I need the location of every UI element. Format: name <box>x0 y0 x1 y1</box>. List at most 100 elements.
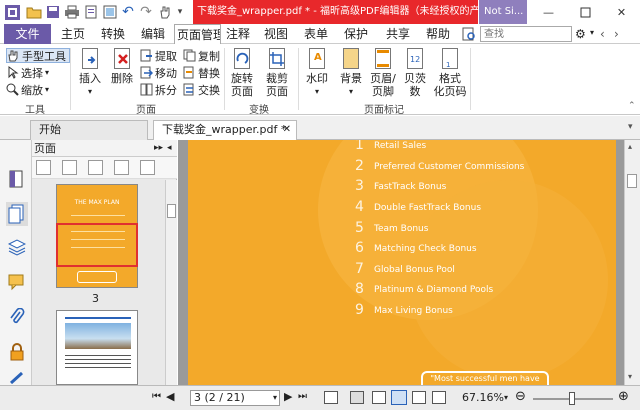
format-page-number-button[interactable]: 1 格式 化页码 <box>433 48 467 98</box>
facing-view-icon[interactable] <box>391 390 407 405</box>
panel-collapse-icon[interactable]: ◂ <box>167 140 172 157</box>
split-icon <box>140 83 153 96</box>
tab-help[interactable]: 帮助 <box>422 24 454 44</box>
pen-sign-icon[interactable] <box>8 371 26 385</box>
group-label-pages: 页面 <box>136 105 156 116</box>
tab-share[interactable]: 共享 <box>382 24 414 44</box>
pages-panel-icon[interactable] <box>6 202 28 226</box>
thumbnail-scroll-thumb[interactable] <box>167 204 176 218</box>
zoom-out-icon[interactable]: ⊖ <box>515 389 526 404</box>
zoom-dropdown-icon: ▾ <box>45 85 50 94</box>
tab-page-management[interactable]: 页面管理 <box>174 24 221 44</box>
hand-quick-icon[interactable] <box>157 4 173 20</box>
rotate-page-button[interactable]: 旋转 页面 <box>227 48 257 98</box>
last-page-icon[interactable]: ⏭ <box>298 391 307 402</box>
tab-form[interactable]: 表单 <box>300 24 332 44</box>
qa-dropdown-icon[interactable]: ▾ <box>172 4 188 20</box>
previous-page-icon[interactable]: ◀ <box>166 390 174 403</box>
tab-start[interactable]: 开始 <box>30 120 148 140</box>
select-button[interactable]: 选择 ▾ <box>6 65 49 80</box>
zoom-button[interactable]: 缩放 ▾ <box>6 82 49 97</box>
thumb-extract-icon[interactable] <box>88 160 103 175</box>
tab-close-icon[interactable]: ✕ <box>283 121 291 139</box>
open-folder-icon[interactable] <box>26 4 42 20</box>
tab-edit[interactable]: 编辑 <box>137 24 169 44</box>
split-view-icon[interactable] <box>432 391 446 404</box>
extract-button[interactable]: 提取 <box>140 48 177 63</box>
tab-home[interactable]: 主页 <box>57 24 89 44</box>
single-page-view-icon[interactable] <box>324 391 338 404</box>
tab-file[interactable]: 文件 <box>4 24 51 44</box>
undo-icon[interactable]: ↶ <box>120 4 136 20</box>
swap-button[interactable]: 交换 <box>183 82 220 97</box>
page-number-icon: 1 <box>439 48 461 70</box>
scroll-down-icon[interactable]: ▾ <box>628 372 632 381</box>
tab-comment[interactable]: 注释 <box>222 24 254 44</box>
page-thumbnail-3[interactable]: THE MAX PLAN <box>56 184 138 288</box>
move-button[interactable]: 移动 <box>140 65 177 80</box>
attachments-icon[interactable] <box>8 307 26 326</box>
list-number: 8 <box>355 281 364 297</box>
continuous-facing-icon[interactable] <box>412 391 426 404</box>
thumb-insert-icon[interactable] <box>62 160 77 175</box>
layers-icon[interactable] <box>7 238 27 256</box>
tab-current-document[interactable]: 下载奖金_wrapper.pdf * ✕ <box>153 120 297 140</box>
watermark-button[interactable]: A 水印 ▾ <box>302 48 332 98</box>
continuous-view-icon[interactable] <box>372 391 386 404</box>
zoom-in-icon[interactable]: ⊕ <box>618 389 629 404</box>
delete-button[interactable]: 删除 <box>108 48 136 85</box>
background-button[interactable]: 背景 ▾ <box>336 48 366 98</box>
split-label: 拆分 <box>155 83 177 97</box>
security-lock-icon[interactable] <box>8 343 26 361</box>
navigate-forward-icon[interactable]: › <box>614 27 619 41</box>
tell-me-icon[interactable] <box>462 27 476 41</box>
crop-page-button[interactable]: 裁剪 页面 <box>262 48 292 98</box>
quote-box: "Most successful men have <box>421 371 549 385</box>
settings-gear-icon[interactable]: ⚙ <box>575 27 589 41</box>
tab-convert[interactable]: 转换 <box>97 24 129 44</box>
redo-icon[interactable]: ↷ <box>138 4 154 20</box>
thumbnail-scrollbar[interactable] <box>165 180 177 385</box>
scroll-thumb[interactable] <box>627 174 637 188</box>
bates-button[interactable]: 12 贝茨 数 <box>401 48 429 98</box>
insert-button[interactable]: 插入 ▾ <box>76 48 104 98</box>
scroll-up-icon[interactable]: ▴ <box>628 142 632 151</box>
zoom-dropdown-icon[interactable]: ▾ <box>504 393 508 402</box>
tab-protect[interactable]: 保护 <box>340 24 372 44</box>
page-thumbnail-4[interactable] <box>56 310 138 385</box>
close-button[interactable]: ✕ <box>603 0 640 24</box>
hand-tool-button[interactable]: 手型工具 <box>6 48 70 63</box>
save-icon[interactable] <box>45 4 61 20</box>
page-setup-icon[interactable] <box>102 4 118 20</box>
zoom-slider-handle[interactable] <box>569 392 575 405</box>
maximize-button[interactable] <box>567 0 604 24</box>
pdf-page[interactable]: 1 Retail Sales 2 Preferred Customer Comm… <box>188 140 616 385</box>
settings-dropdown-icon[interactable]: ▾ <box>590 28 594 37</box>
replace-button[interactable]: 替换 <box>183 65 220 80</box>
print-icon[interactable] <box>64 4 80 20</box>
page-number-field[interactable]: 3 (2 / 21) ▾ <box>190 390 280 406</box>
comments-icon[interactable] <box>8 273 26 291</box>
thumbnail-pages-icon[interactable] <box>8 170 26 188</box>
collapse-ribbon-icon[interactable]: ⌃ <box>628 101 636 111</box>
fit-page-icon[interactable] <box>350 391 364 404</box>
copy-button[interactable]: 复制 <box>183 48 220 63</box>
minimize-button[interactable]: — <box>530 0 567 24</box>
vertical-scrollbar[interactable]: ▴ ▾ <box>624 140 640 385</box>
header-footer-button[interactable]: 页眉/ 页脚 <box>368 48 398 98</box>
document-view[interactable]: 1 Retail Sales 2 Preferred Customer Comm… <box>178 140 624 385</box>
new-document-icon[interactable] <box>83 4 99 20</box>
zoom-value[interactable]: 67.16% <box>462 391 504 404</box>
navigate-back-icon[interactable]: ‹ <box>600 27 605 41</box>
split-button[interactable]: 拆分 <box>140 82 177 97</box>
search-input[interactable] <box>480 26 572 42</box>
thumb-zoom-icon[interactable] <box>36 160 51 175</box>
visible-area-indicator[interactable] <box>56 223 138 267</box>
thumb-delete-icon[interactable] <box>114 160 129 175</box>
tabs-dropdown-icon[interactable]: ▾ <box>628 122 633 132</box>
first-page-icon[interactable]: ⏮ <box>152 391 161 402</box>
next-page-icon[interactable]: ▶ <box>284 390 292 403</box>
panel-expand-icon[interactable]: ▸▸ <box>154 140 163 157</box>
tab-view[interactable]: 视图 <box>260 24 292 44</box>
thumb-rotate-icon[interactable] <box>140 160 155 175</box>
